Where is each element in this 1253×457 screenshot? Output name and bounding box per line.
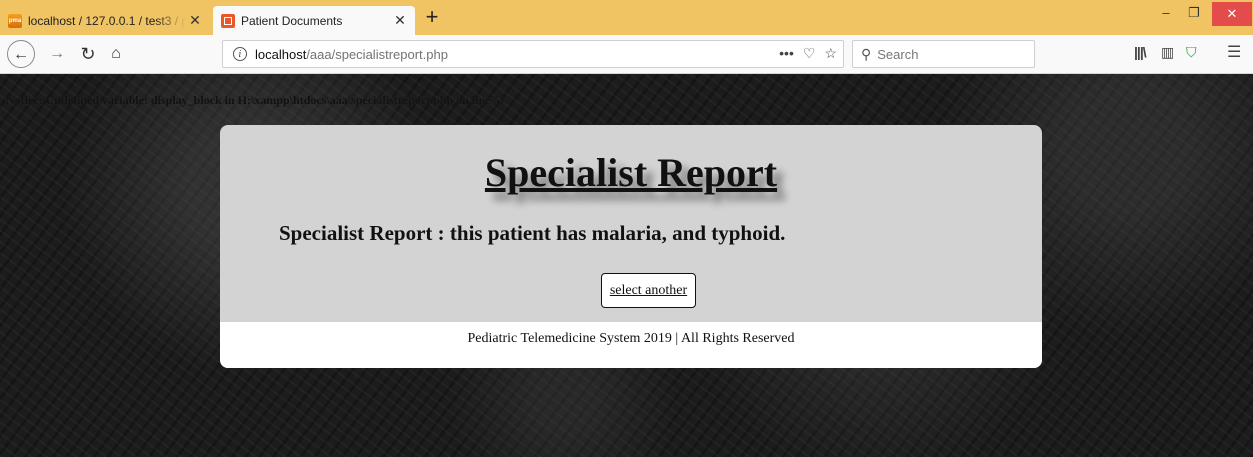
info-icon[interactable]: i bbox=[233, 47, 247, 61]
search-input[interactable]: ⚲ Search bbox=[852, 40, 1035, 68]
bookmark-star-icon[interactable]: ☆ bbox=[824, 45, 837, 62]
browser-tab-strip: pma localhost / 127.0.0.1 / test3 / pa ✕… bbox=[0, 0, 1253, 35]
search-icon: ⚲ bbox=[861, 45, 872, 62]
footer: Pediatric Telemedicine System 2019 | All… bbox=[220, 322, 1042, 368]
sidebar-icon[interactable]: ▥ bbox=[1161, 44, 1174, 61]
shield-icon[interactable]: ⛉ bbox=[1186, 44, 1197, 61]
restore-icon[interactable]: ❐ bbox=[1178, 0, 1210, 26]
hamburger-menu-icon[interactable]: ☰ bbox=[1227, 42, 1241, 62]
new-tab-button[interactable]: + bbox=[420, 4, 444, 30]
search-placeholder: Search bbox=[877, 46, 919, 62]
page-actions-icon[interactable]: ••• bbox=[779, 45, 794, 62]
forward-arrow-icon[interactable]: → bbox=[44, 41, 70, 67]
phpmyadmin-icon: pma bbox=[8, 13, 22, 28]
tab-title: localhost / 127.0.0.1 / test3 / pa bbox=[28, 13, 186, 28]
tab-phpmyadmin[interactable]: pma localhost / 127.0.0.1 / test3 / pa ✕ bbox=[6, 6, 210, 35]
url-path: /aaa/specialistreport.php bbox=[306, 46, 448, 62]
library-icon[interactable]: |||\ bbox=[1134, 44, 1147, 60]
address-bar[interactable]: i localhost/aaa/specialistreport.php •••… bbox=[222, 40, 844, 68]
pocket-icon[interactable]: ♡ bbox=[803, 45, 816, 62]
url-host: localhost bbox=[255, 46, 307, 62]
report-card: Specialist Report Specialist Report : th… bbox=[220, 125, 1042, 368]
page-title: Specialist Report bbox=[484, 150, 778, 195]
close-icon[interactable]: ✕ bbox=[391, 12, 409, 29]
back-arrow-icon[interactable]: ← bbox=[7, 40, 35, 68]
select-another-button[interactable]: select another bbox=[601, 273, 696, 308]
reload-icon[interactable]: ↻ bbox=[75, 41, 101, 67]
report-text: Specialist Report : this patient has mal… bbox=[279, 221, 786, 245]
home-icon[interactable]: ⌂ bbox=[103, 41, 129, 67]
close-icon[interactable]: ✕ bbox=[186, 12, 204, 29]
tab-patient-documents[interactable]: Patient Documents ✕ bbox=[213, 6, 415, 35]
navigation-toolbar: ← → ↻ ⌂ i localhost/aaa/specialistreport… bbox=[0, 35, 1253, 74]
page-content: Notice: Undefined variable: display_bloc… bbox=[0, 74, 1253, 457]
tab-title: Patient Documents bbox=[241, 13, 343, 28]
php-notice: Notice: Undefined variable: display_bloc… bbox=[6, 93, 506, 107]
document-icon bbox=[221, 13, 235, 28]
window-close-icon[interactable]: ✕ bbox=[1212, 2, 1252, 26]
